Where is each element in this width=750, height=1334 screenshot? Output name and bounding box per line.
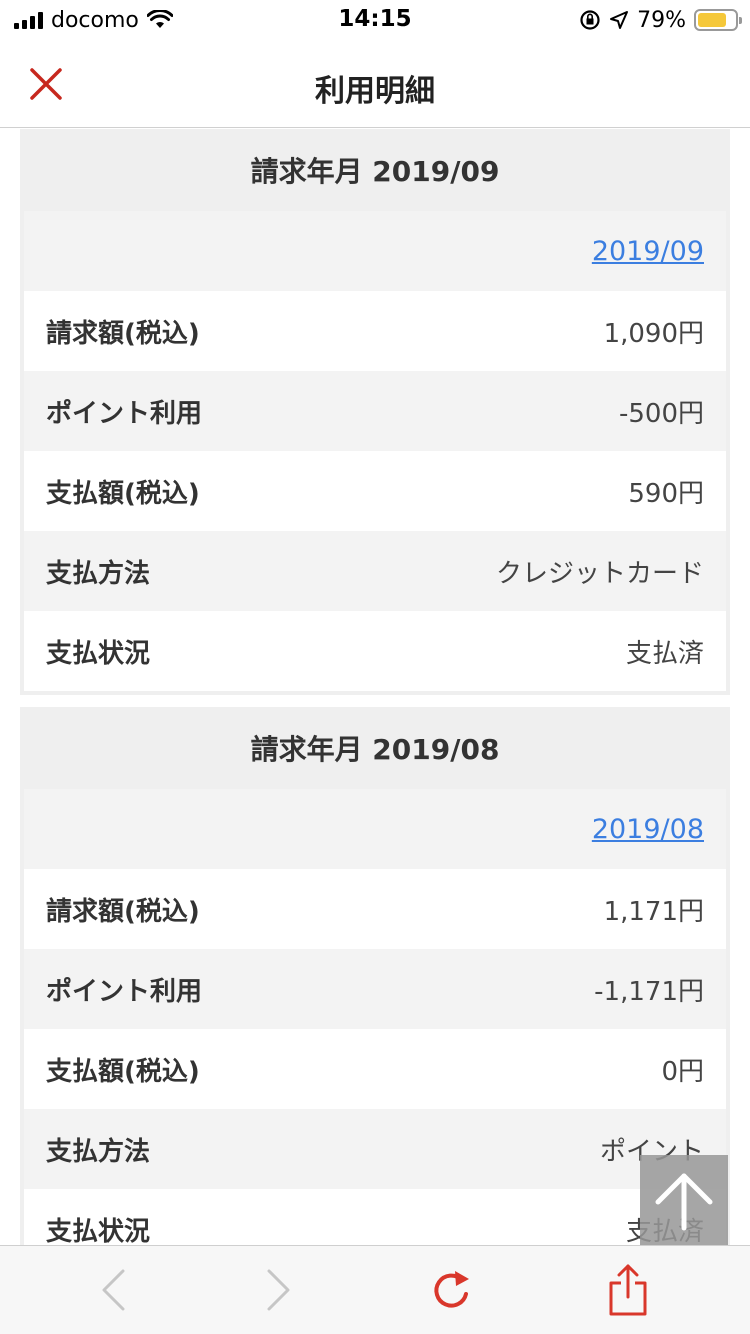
month-link-row: 2019/08 — [24, 789, 726, 869]
row-value: 590円 — [628, 478, 704, 509]
page-title: 利用明細 — [315, 74, 435, 109]
table-row: 支払額(税込) 590円 — [24, 451, 726, 531]
battery-icon — [694, 9, 742, 31]
table-row: 支払状況 支払済 — [24, 1189, 726, 1245]
statement-heading: 請求年月 2019/09 — [250, 155, 500, 188]
row-value: 支払済 — [625, 638, 704, 669]
row-label: ポイント利用 — [46, 976, 203, 1007]
row-value: 0円 — [661, 1056, 704, 1087]
month-link-row: 2019/09 — [24, 211, 726, 291]
row-value: 1,171円 — [603, 896, 704, 927]
reload-icon — [434, 1271, 469, 1308]
table-row: ポイント利用 -1,171円 — [24, 949, 726, 1029]
row-label: 請求額(税込) — [46, 318, 200, 349]
table-row: 支払方法 ポイント — [24, 1109, 726, 1189]
table-row: 支払方法 クレジットカード — [24, 531, 726, 611]
status-bar: docomo 14:15 79% — [0, 0, 750, 40]
forward-button[interactable] — [250, 1262, 306, 1318]
location-icon — [610, 11, 629, 29]
table-row: 支払状況 支払済 — [24, 611, 726, 691]
row-label: 支払状況 — [46, 638, 151, 669]
battery-percent: 79% — [637, 7, 686, 33]
table-row: ポイント利用 -500円 — [24, 371, 726, 451]
share-button[interactable] — [600, 1262, 656, 1318]
month-link[interactable]: 2019/09 — [592, 236, 704, 267]
reload-button[interactable] — [423, 1262, 479, 1318]
back-button[interactable] — [86, 1262, 142, 1318]
row-value: 1,090円 — [603, 318, 704, 349]
scroll-to-top-button[interactable] — [640, 1155, 728, 1245]
row-label: 支払状況 — [46, 1216, 151, 1246]
table-row: 請求額(税込) 1,171円 — [24, 869, 726, 949]
nav-header: 利用明細 — [0, 40, 750, 128]
row-label: 支払額(税込) — [46, 1056, 200, 1087]
statement-heading: 請求年月 2019/08 — [250, 733, 500, 766]
month-link[interactable]: 2019/08 — [592, 814, 704, 845]
table-row: 請求額(税込) 1,090円 — [24, 291, 726, 371]
bottom-toolbar — [0, 1245, 750, 1334]
statement-list[interactable]: 請求年月 2019/09 2019/09 請求額(税込) 1,090円 ポイント… — [0, 129, 750, 1245]
statement-card: 請求年月 2019/08 2019/08 請求額(税込) 1,171円 ポイント… — [20, 707, 730, 1245]
share-icon — [609, 1264, 647, 1316]
row-label: ポイント利用 — [46, 398, 203, 429]
row-label: 支払方法 — [46, 1136, 151, 1167]
statement-card: 請求年月 2019/09 2019/09 請求額(税込) 1,090円 ポイント… — [20, 129, 730, 695]
row-value: -500円 — [618, 398, 704, 429]
row-label: 請求額(税込) — [46, 896, 200, 927]
row-value: クレジットカード — [495, 558, 704, 589]
orientation-lock-icon — [580, 10, 600, 30]
forward-icon — [267, 1269, 290, 1311]
row-label: 支払額(税込) — [46, 478, 200, 509]
row-label: 支払方法 — [46, 558, 151, 589]
arrow-up-icon — [655, 1173, 713, 1231]
table-row: 支払額(税込) 0円 — [24, 1029, 726, 1109]
back-icon — [102, 1269, 125, 1311]
row-value: -1,171円 — [594, 976, 704, 1007]
battery-level — [698, 13, 727, 27]
